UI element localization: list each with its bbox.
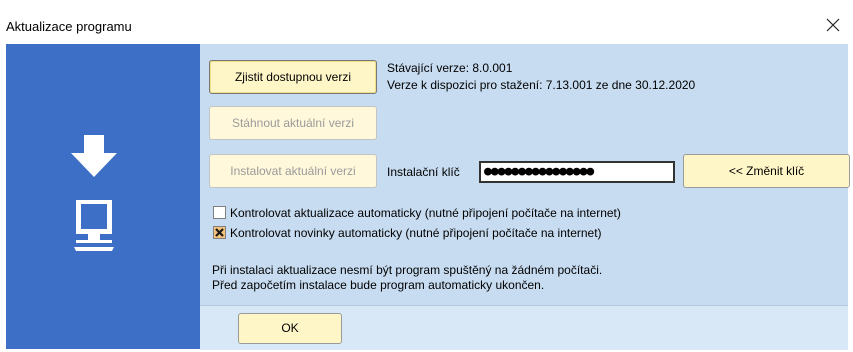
ok-label: OK: [281, 321, 299, 335]
title-bar: Aktualizace programu: [0, 0, 853, 43]
close-icon: [826, 18, 840, 32]
install-note-line1: Při instalaci aktualizace nesmí být prog…: [212, 263, 603, 277]
install-note-line2: Před započetím instalace bude program au…: [212, 278, 545, 292]
install-button[interactable]: Instalovat aktuální verzi: [209, 154, 377, 188]
illustration-panel: [6, 44, 200, 349]
ok-button[interactable]: OK: [238, 313, 342, 344]
check-mark-icon: [215, 228, 224, 237]
auto-update-checkbox[interactable]: [213, 206, 226, 219]
download-button[interactable]: Stáhnout aktuální verzi: [209, 106, 377, 140]
computer-monitor-icon: [74, 200, 114, 251]
change-key-label: << Změnit klíč: [728, 164, 805, 178]
install-note: Při instalaci aktualizace nesmí být prog…: [212, 263, 602, 293]
version-info: Stávající verze: 8.0.001 Verze k dispozi…: [387, 60, 695, 94]
download-arrow-icon: [71, 135, 117, 177]
change-key-button[interactable]: << Změnit klíč: [683, 154, 850, 188]
auto-news-checkbox[interactable]: [213, 226, 226, 239]
auto-update-label: Kontrolovat aktualizace automaticky (nut…: [230, 206, 621, 220]
check-version-label: Zjistit dostupnou verzi: [234, 70, 352, 84]
check-version-button[interactable]: Zjistit dostupnou verzi: [209, 60, 377, 94]
install-key-field[interactable]: ●●●●●●●●●●●●●●●●: [479, 161, 675, 183]
update-dialog: Aktualizace programu Zjistit dostupnou v…: [0, 0, 853, 351]
download-label: Stáhnout aktuální verzi: [231, 116, 355, 130]
auto-news-label: Kontrolovat novinky automaticky (nutné p…: [230, 226, 602, 240]
install-key-label: Instalační klíč: [387, 165, 460, 179]
available-version-text: Verze k dispozici pro stažení: 7.13.001 …: [387, 78, 696, 92]
install-label: Instalovat aktuální verzi: [230, 164, 356, 178]
window-title: Aktualizace programu: [6, 19, 132, 34]
current-version-text: Stávající verze: 8.0.001: [387, 61, 513, 75]
close-button[interactable]: [821, 13, 845, 37]
